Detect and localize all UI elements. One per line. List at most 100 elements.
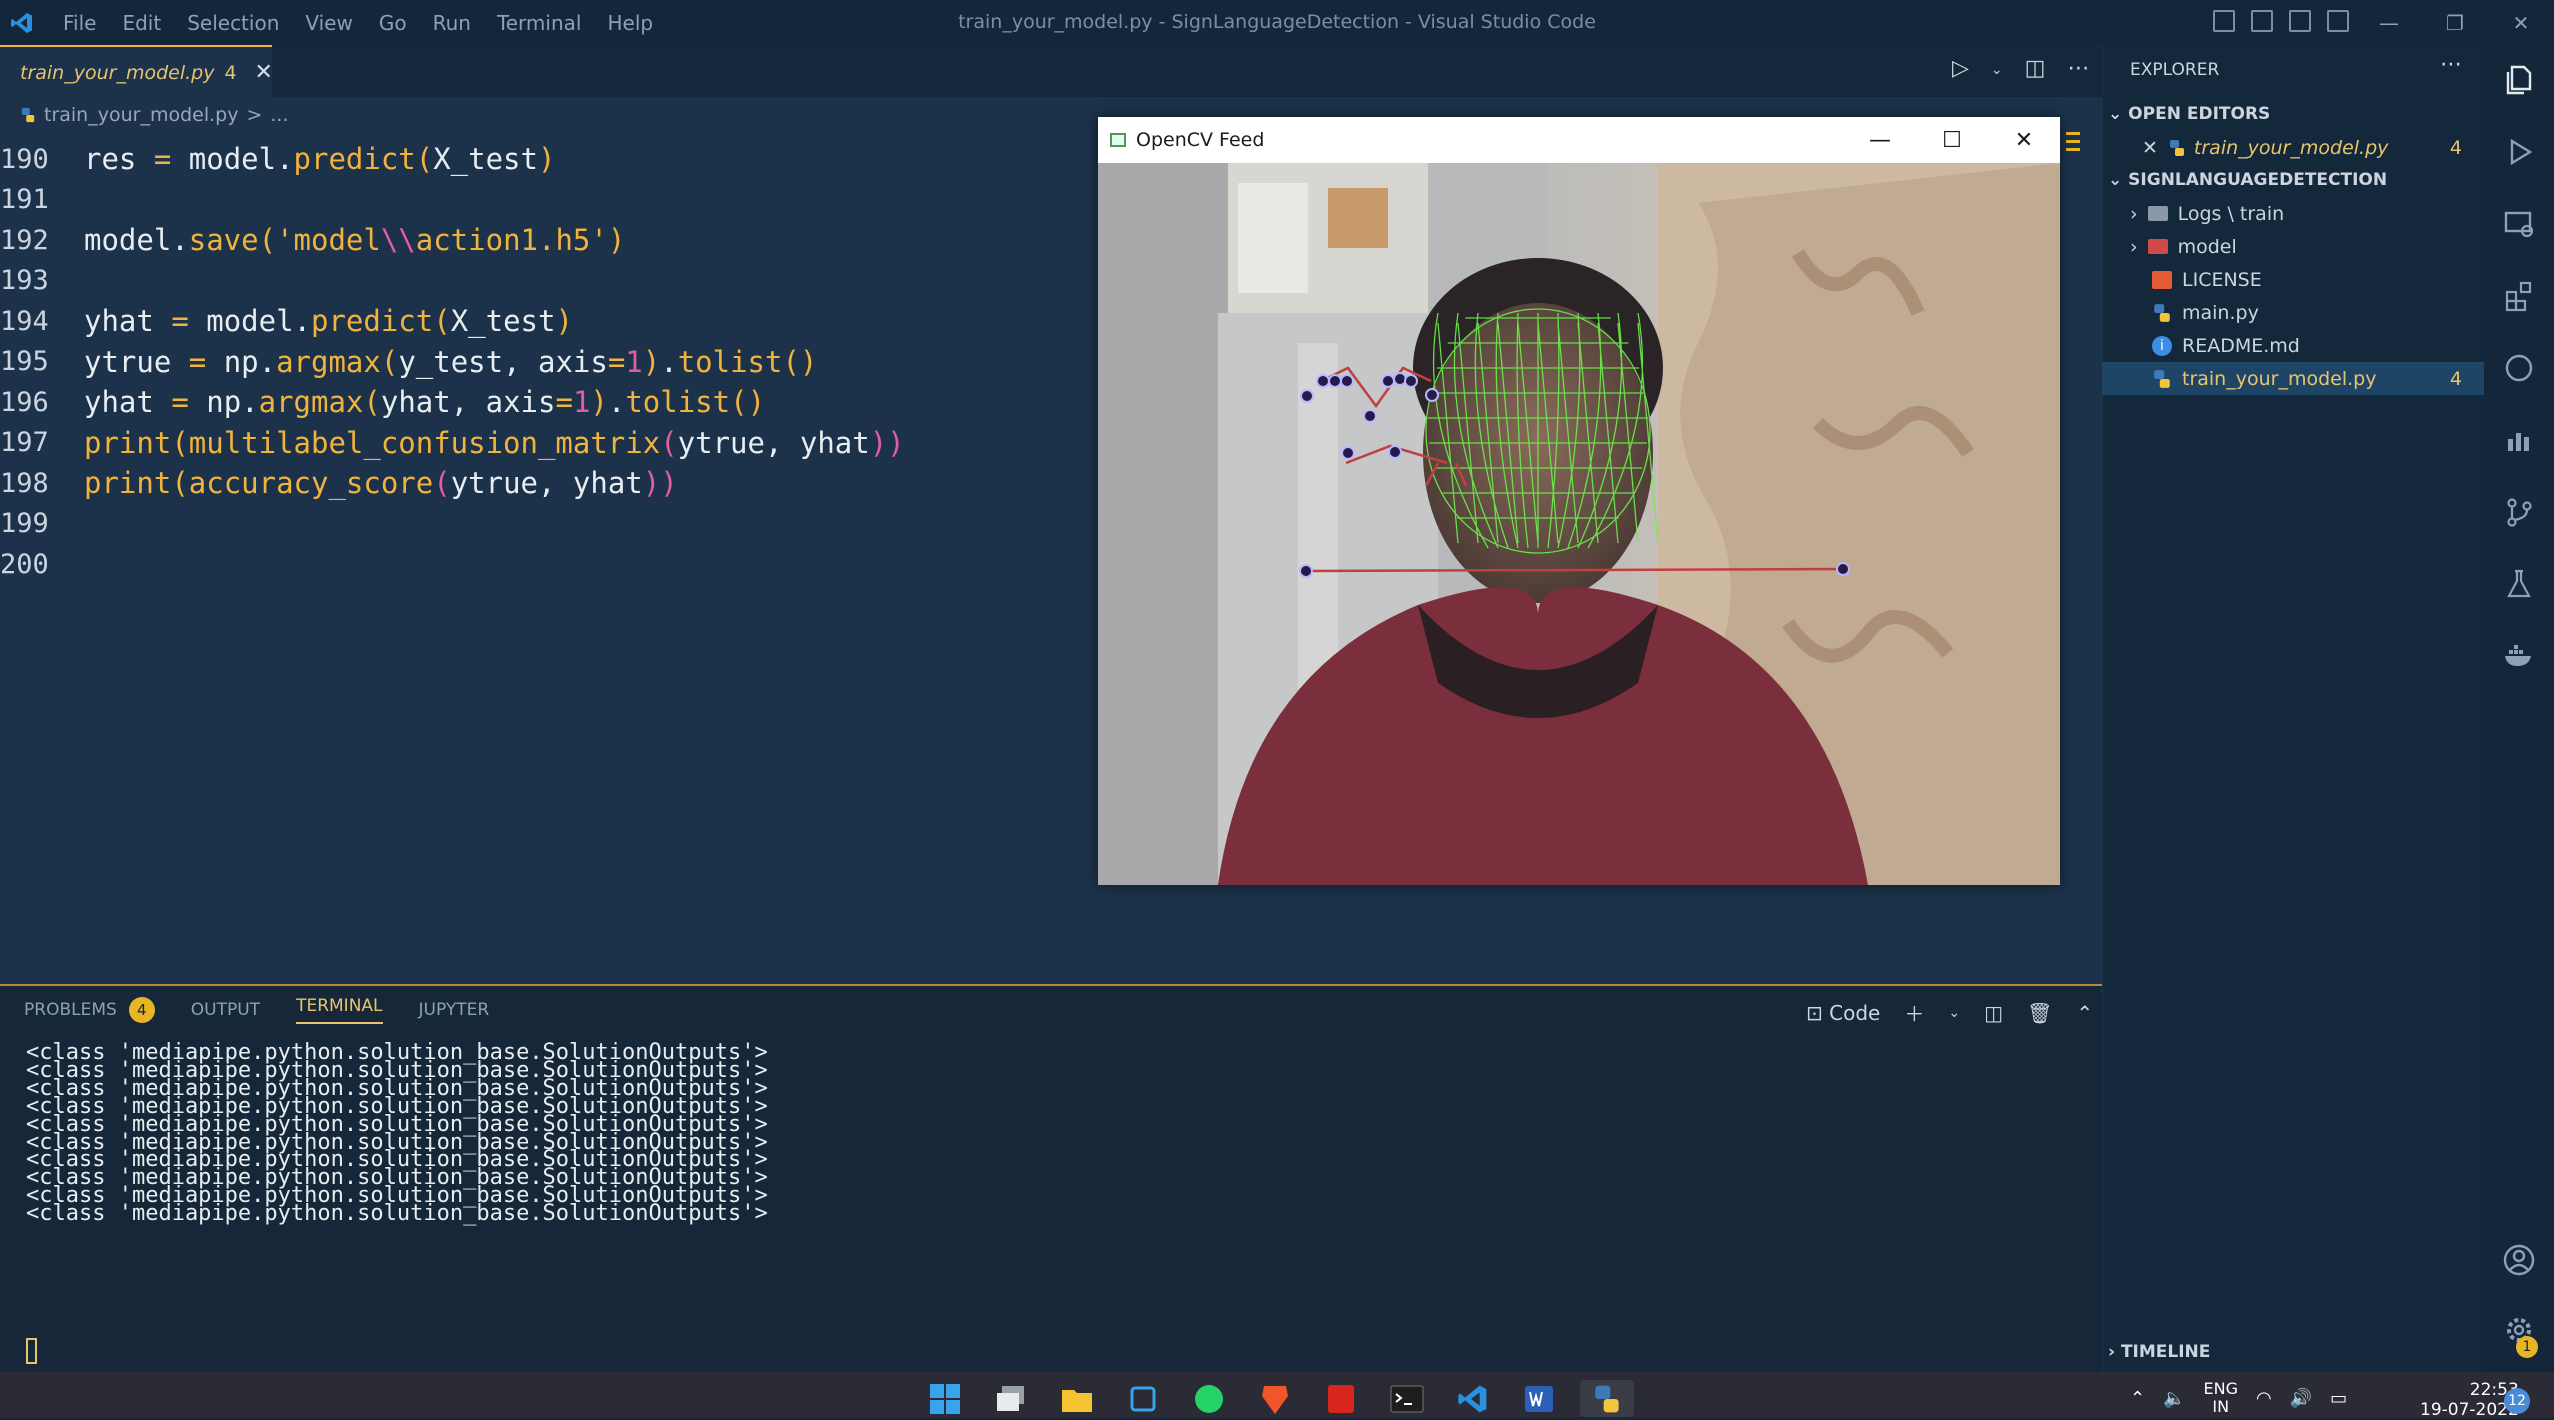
- section-open-editors[interactable]: ⌄ OPEN EDITORS: [2108, 104, 2270, 124]
- menu-terminal[interactable]: Terminal: [484, 11, 595, 35]
- tree-item-train-your-model[interactable]: train_your_model.py 4: [2102, 362, 2484, 395]
- code-token: 1: [625, 344, 643, 379]
- file-explorer-icon[interactable]: [1058, 1380, 1096, 1417]
- system-tray: ⌃ 🔈 ENG IN ◠ 🔊 ▭: [2130, 1380, 2347, 1416]
- editor-tab-train-your-model[interactable]: train_your_model.py 4 ✕: [0, 45, 273, 98]
- chevron-down-icon[interactable]: ⌄: [1991, 56, 2003, 84]
- code-token: =: [555, 385, 573, 419]
- split-editor-icon[interactable]: ◫: [2025, 56, 2046, 84]
- terminal-profile[interactable]: ⊡ Code: [1806, 1001, 1880, 1025]
- open-editor-label: train_your_model.py: [2193, 136, 2389, 159]
- tab-output[interactable]: OUTPUT: [191, 1000, 260, 1020]
- chevron-up-icon[interactable]: ⌃: [2130, 1388, 2145, 1409]
- run-debug-icon[interactable]: [2497, 130, 2541, 174]
- code-line: model.save('model\\action1.h5'): [84, 223, 625, 257]
- explorer-icon[interactable]: [2497, 58, 2541, 102]
- tree-item-readme[interactable]: i README.md: [2102, 329, 2484, 362]
- trash-icon[interactable]: 🗑: [2027, 1001, 2052, 1025]
- chevron-down-icon[interactable]: ⌄: [1948, 1005, 1960, 1021]
- start-icon[interactable]: [926, 1380, 964, 1417]
- tab-close-icon[interactable]: ✕: [255, 60, 273, 85]
- task-view-icon[interactable]: [992, 1380, 1030, 1417]
- terminal-app-icon[interactable]: [1388, 1380, 1426, 1417]
- terminal-icon: ⊡: [1806, 1000, 1823, 1025]
- source-control-icon[interactable]: [2497, 490, 2541, 534]
- terminal-output[interactable]: <class 'mediapipe.python.solution_base.S…: [0, 1040, 1200, 1340]
- toggle-sidebar-icon[interactable]: [2213, 10, 2235, 32]
- code-token: argmax: [276, 344, 381, 379]
- tree-item-model[interactable]: › model: [2102, 230, 2484, 263]
- open-editor-item[interactable]: ✕ train_your_model.py 4: [2102, 131, 2484, 164]
- code-line: yhat = np.argmax(yhat, axis=1).tolist(): [84, 385, 765, 419]
- maximize-icon[interactable]: ☐: [1916, 128, 1988, 153]
- store-icon[interactable]: [1124, 1380, 1162, 1417]
- section-project[interactable]: ⌄ SIGNLANGUAGEDETECTION: [2108, 170, 2387, 190]
- settings-badge: 1: [2516, 1336, 2538, 1358]
- minimap[interactable]: [2060, 132, 2102, 984]
- run-icon[interactable]: ▷: [1952, 56, 1969, 84]
- tree-item-label: model: [2177, 235, 2237, 258]
- split-terminal-icon[interactable]: ◫: [1984, 1001, 2003, 1025]
- menu-go[interactable]: Go: [366, 11, 420, 35]
- maximize-panel-icon[interactable]: ⌃: [2076, 1001, 2093, 1025]
- code-text-area[interactable]: res = model.predict(X_test) model.save('m…: [0, 132, 1080, 602]
- acrobat-icon[interactable]: [1322, 1380, 1360, 1417]
- language-indicator[interactable]: ENG IN: [2204, 1380, 2238, 1416]
- section-timeline[interactable]: › TIMELINE: [2108, 1342, 2210, 1362]
- toggle-panel-icon[interactable]: [2251, 10, 2273, 32]
- notification-badge[interactable]: 12: [2504, 1388, 2530, 1414]
- tab-jupyter[interactable]: JUPYTER: [419, 1000, 490, 1020]
- close-icon[interactable]: ✕: [2142, 137, 2158, 159]
- docker-icon[interactable]: [2497, 634, 2541, 678]
- volume-icon[interactable]: 🔊: [2290, 1388, 2312, 1409]
- extensions-icon[interactable]: [2497, 274, 2541, 318]
- customize-layout-icon[interactable]: [2327, 10, 2349, 32]
- close-icon[interactable]: ✕: [2488, 11, 2554, 35]
- menu-file[interactable]: File: [50, 11, 109, 35]
- tree-item-label: LICENSE: [2182, 268, 2262, 291]
- opencv-window[interactable]: OpenCV Feed — ☐ ✕: [1098, 117, 2060, 885]
- wifi-icon[interactable]: ◠: [2256, 1388, 2272, 1409]
- tab-problems[interactable]: PROBLEMS 4: [24, 997, 155, 1023]
- vscode-taskbar-icon[interactable]: [1454, 1380, 1492, 1417]
- tree-item-label: README.md: [2182, 334, 2300, 357]
- more-actions-icon[interactable]: ⋯: [2067, 56, 2089, 84]
- whatsapp-icon[interactable]: [1190, 1380, 1228, 1417]
- minimize-icon[interactable]: —: [1844, 128, 1916, 153]
- chart-icon[interactable]: [2497, 418, 2541, 462]
- toggle-secondary-sidebar-icon[interactable]: [2289, 10, 2311, 32]
- menu-view[interactable]: View: [292, 11, 365, 35]
- tree-item-count: 4: [2449, 367, 2462, 390]
- close-icon[interactable]: ✕: [1988, 128, 2060, 153]
- tree-item-license[interactable]: LICENSE: [2102, 263, 2484, 296]
- python-app-icon[interactable]: [1580, 1380, 1634, 1417]
- testing-icon[interactable]: [2497, 562, 2541, 606]
- battery-icon[interactable]: ▭: [2330, 1388, 2347, 1409]
- code-token: ): [555, 304, 573, 338]
- accounts-icon[interactable]: [2497, 1238, 2541, 1282]
- remote-explorer-icon[interactable]: [2497, 202, 2541, 246]
- code-token: multilabel_confusion_matrix: [188, 425, 661, 460]
- more-actions-icon[interactable]: ⋯: [2440, 52, 2462, 77]
- menu-help[interactable]: Help: [594, 11, 666, 35]
- license-icon: [2152, 270, 2172, 289]
- chevron-right-icon: ›: [2130, 202, 2138, 225]
- minimize-icon[interactable]: —: [2356, 11, 2422, 35]
- menu-edit[interactable]: Edit: [109, 11, 174, 35]
- restore-icon[interactable]: ❐: [2422, 11, 2488, 35]
- new-terminal-icon[interactable]: ＋: [1904, 998, 1924, 1027]
- tab-terminal[interactable]: TERMINAL: [296, 996, 383, 1024]
- tree-item-logs[interactable]: › Logs \ train: [2102, 197, 2484, 230]
- menu-selection[interactable]: Selection: [174, 11, 292, 35]
- open-editor-count: 4: [2449, 136, 2462, 159]
- code-token: (): [782, 344, 818, 379]
- brave-icon[interactable]: [1256, 1380, 1294, 1417]
- menu-run[interactable]: Run: [420, 11, 484, 35]
- tree-item-main[interactable]: main.py: [2102, 296, 2484, 329]
- word-icon[interactable]: [1520, 1380, 1558, 1417]
- github-icon[interactable]: [2497, 346, 2541, 390]
- breadcrumb-file[interactable]: train_your_model.py: [44, 104, 238, 126]
- speaker-icon[interactable]: 🔈: [2163, 1388, 2185, 1409]
- code-token: (: [363, 385, 381, 419]
- breadcrumb-symbol[interactable]: ...: [270, 104, 288, 126]
